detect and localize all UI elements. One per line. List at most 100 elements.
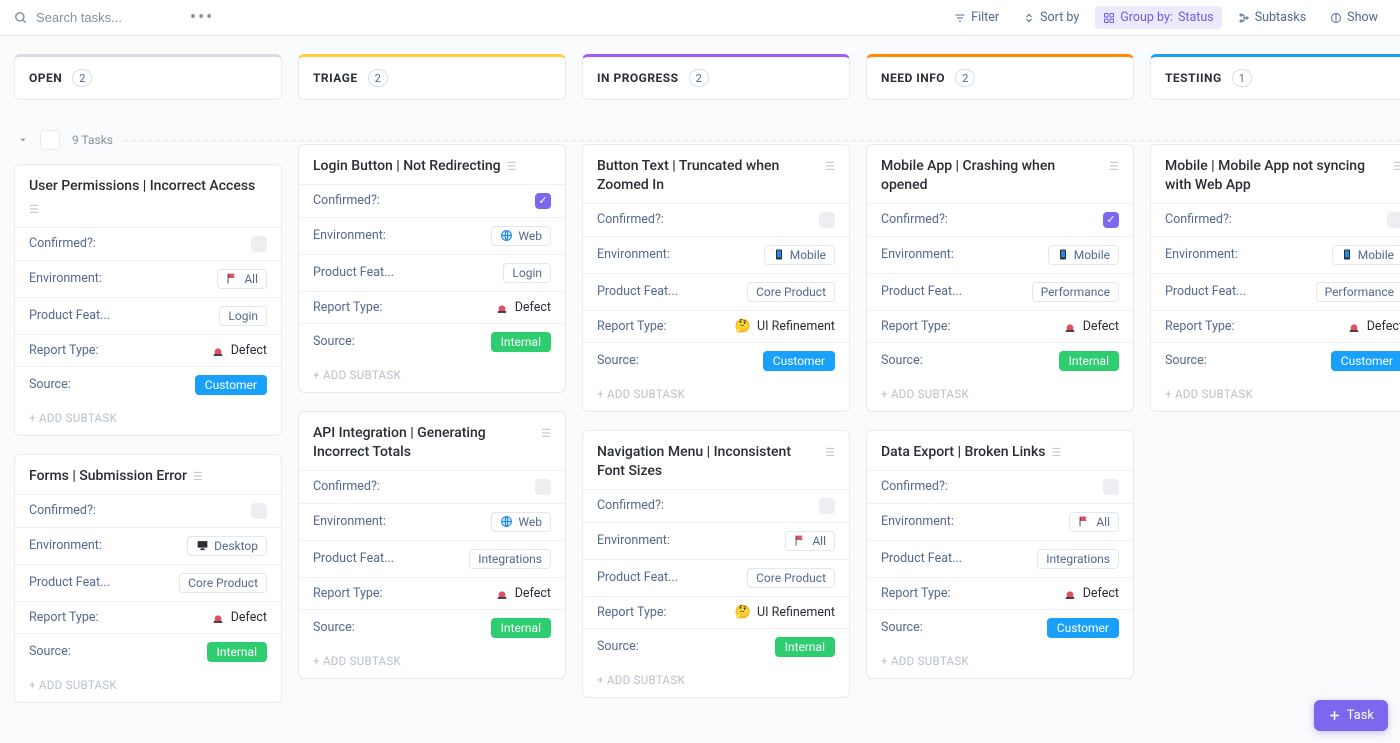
product-pill[interactable]: Integrations	[1037, 549, 1119, 569]
report-type-value[interactable]: Defect	[211, 610, 267, 625]
add-subtask-button[interactable]: + ADD SUBTASK	[867, 646, 1133, 670]
group-icon	[1103, 12, 1115, 24]
add-subtask-button[interactable]: + ADD SUBTASK	[867, 379, 1133, 403]
task-card[interactable]: User Permissions | Incorrect Access☰ Con…	[14, 164, 282, 436]
field-label: Environment:	[313, 228, 386, 243]
product-pill[interactable]: Integrations	[469, 549, 551, 569]
add-subtask-button[interactable]: + ADD SUBTASK	[299, 646, 565, 670]
field-report-type: Report Type: Defect	[299, 577, 565, 609]
new-task-button[interactable]: Task	[1314, 700, 1388, 731]
confirmed-checkbox[interactable]	[251, 236, 267, 252]
confirmed-checkbox[interactable]	[1103, 479, 1119, 495]
confirmed-checkbox[interactable]: ✓	[535, 193, 551, 209]
filter-button[interactable]: Filter	[946, 6, 1007, 29]
task-card[interactable]: Button Text | Truncated when Zoomed In☰ …	[582, 144, 850, 412]
environment-pill[interactable]: Mobile	[764, 245, 835, 265]
environment-pill[interactable]: All	[785, 531, 835, 551]
field-confirmed: Confirmed?:	[583, 203, 849, 236]
show-label: Show	[1347, 10, 1378, 25]
field-label: Report Type:	[313, 300, 383, 315]
confirmed-checkbox[interactable]	[1387, 212, 1400, 228]
field-product-feature: Product Feat... Login	[299, 254, 565, 291]
subtasks-button[interactable]: Subtasks	[1230, 6, 1314, 29]
chevron-down-icon[interactable]	[18, 135, 28, 145]
product-pill[interactable]: Performance	[1032, 282, 1119, 302]
product-pill[interactable]: Core Product	[179, 573, 267, 593]
task-card[interactable]: Forms | Submission Error☰ Confirmed?: En…	[14, 454, 282, 703]
add-subtask-button[interactable]: + ADD SUBTASK	[1151, 379, 1400, 403]
environment-pill[interactable]: Desktop	[187, 536, 267, 556]
add-subtask-button[interactable]: + ADD SUBTASK	[15, 670, 281, 694]
card-title: Data Export | Broken Links☰	[867, 443, 1133, 470]
column-header[interactable]: NEED INFO 2	[866, 54, 1134, 100]
source-badge[interactable]: Internal	[1059, 351, 1119, 371]
product-pill[interactable]: Login	[219, 306, 267, 326]
confirmed-checkbox[interactable]	[819, 498, 835, 514]
product-pill[interactable]: Core Product	[747, 282, 835, 302]
confirmed-checkbox[interactable]	[251, 503, 267, 519]
report-type-value[interactable]: Defect	[211, 343, 267, 358]
task-card[interactable]: Navigation Menu | Inconsistent Font Size…	[582, 430, 850, 698]
task-card[interactable]: API Integration | Generating Incorrect T…	[298, 411, 566, 679]
sortby-button[interactable]: Sort by	[1015, 6, 1087, 29]
report-type-value[interactable]: Defect	[1063, 586, 1119, 601]
field-source: Source: Customer	[1151, 342, 1400, 379]
field-label: Report Type:	[1165, 319, 1235, 334]
source-badge[interactable]: Customer	[1331, 351, 1400, 371]
group-color-swatch[interactable]	[40, 130, 60, 150]
card-title-text: Forms | Submission Error	[29, 467, 187, 486]
source-badge[interactable]: Customer	[763, 351, 835, 371]
show-button[interactable]: Show	[1322, 6, 1386, 29]
column-header[interactable]: TRIAGE 2	[298, 54, 566, 100]
column-header[interactable]: TESTIING 1	[1150, 54, 1400, 100]
field-environment: Environment: Desktop	[15, 527, 281, 564]
source-badge[interactable]: Customer	[1047, 618, 1119, 638]
group-tasks-count: 9 Tasks	[72, 133, 113, 147]
task-card[interactable]: Login Button | Not Redirecting☰ Confirme…	[298, 144, 566, 393]
field-label: Source:	[313, 334, 355, 349]
task-card[interactable]: Mobile App | Crashing when opened☰ Confi…	[866, 144, 1134, 412]
groupby-button[interactable]: Group by: Status	[1095, 6, 1221, 29]
field-label: Confirmed?:	[29, 503, 96, 518]
column-header[interactable]: OPEN 2	[14, 54, 282, 100]
product-pill[interactable]: Login	[503, 263, 551, 283]
confirmed-checkbox[interactable]	[535, 479, 551, 495]
product-pill[interactable]: Core Product	[747, 568, 835, 588]
add-subtask-button[interactable]: + ADD SUBTASK	[299, 360, 565, 384]
environment-pill[interactable]: All	[1069, 512, 1119, 532]
card-title: Forms | Submission Error☰	[15, 467, 281, 494]
product-pill[interactable]: Performance	[1316, 282, 1400, 302]
report-type-value[interactable]: Defect	[1347, 319, 1400, 334]
confirmed-checkbox[interactable]	[819, 212, 835, 228]
column-header[interactable]: IN PROGRESS 2	[582, 54, 850, 100]
report-type-value[interactable]: Defect	[495, 300, 551, 315]
report-type-value[interactable]: 🤔UI Refinement	[735, 319, 835, 334]
add-subtask-button[interactable]: + ADD SUBTASK	[583, 665, 849, 689]
source-badge[interactable]: Internal	[491, 618, 551, 638]
report-type-value[interactable]: Defect	[1063, 319, 1119, 334]
task-card[interactable]: Mobile | Mobile App not syncing with Web…	[1150, 144, 1400, 412]
environment-pill[interactable]: Web	[491, 226, 551, 246]
report-type-value[interactable]: 🤔UI Refinement	[735, 605, 835, 620]
task-card[interactable]: Data Export | Broken Links☰ Confirmed?: …	[866, 430, 1134, 679]
environment-pill[interactable]: Web	[491, 512, 551, 532]
environment-pill[interactable]: All	[217, 269, 267, 289]
field-label: Product Feat...	[29, 575, 110, 590]
column-open: OPEN 2 9 Tasks User Permissions | Incorr…	[14, 54, 282, 703]
card-title-text: Navigation Menu | Inconsistent Font Size…	[597, 443, 819, 481]
search-input[interactable]	[36, 10, 176, 25]
source-badge[interactable]: Internal	[775, 637, 835, 657]
report-type-value[interactable]: Defect	[495, 586, 551, 601]
source-badge[interactable]: Customer	[195, 375, 267, 395]
confirmed-checkbox[interactable]: ✓	[1103, 212, 1119, 228]
more-menu-icon[interactable]: •••	[184, 7, 220, 28]
add-subtask-button[interactable]: + ADD SUBTASK	[583, 379, 849, 403]
source-badge[interactable]: Internal	[207, 642, 267, 662]
field-label: Environment:	[29, 271, 102, 286]
add-subtask-button[interactable]: + ADD SUBTASK	[15, 403, 281, 427]
field-label: Confirmed?:	[597, 498, 664, 513]
source-badge[interactable]: Internal	[491, 332, 551, 352]
environment-pill[interactable]: Mobile	[1332, 245, 1400, 265]
environment-pill[interactable]: Mobile	[1048, 245, 1119, 265]
field-environment: Environment: All	[867, 503, 1133, 540]
